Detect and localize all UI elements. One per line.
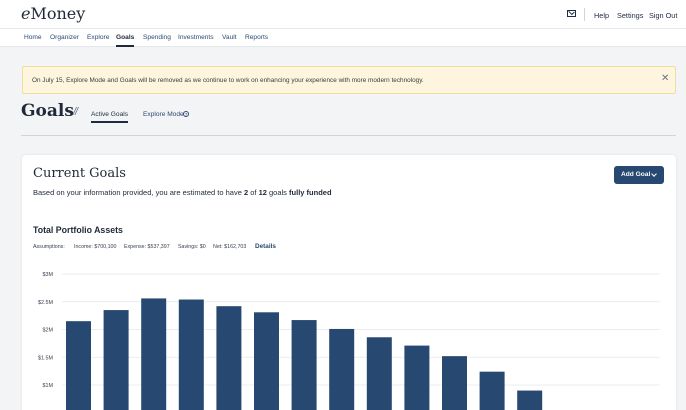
chart-bar[interactable]	[291, 320, 317, 410]
y-tick-label: $1M	[43, 383, 54, 389]
y-tick-label: $2M	[43, 328, 54, 334]
chart-bar[interactable]	[141, 298, 167, 410]
y-tick-label: $1.5M	[38, 355, 53, 361]
chart-bar[interactable]	[254, 312, 279, 410]
chart-bar[interactable]	[366, 337, 392, 410]
chart-bar[interactable]	[517, 390, 543, 410]
y-tick-label: $2.5M	[38, 300, 53, 306]
y-tick-label: $3M	[43, 272, 54, 278]
chart-bar[interactable]	[442, 356, 467, 410]
chart-bar[interactable]	[66, 321, 91, 410]
chart-bar[interactable]	[479, 371, 505, 410]
chart-bar[interactable]	[178, 299, 204, 410]
chart-bar[interactable]	[404, 345, 430, 410]
portfolio-chart: $3M $2.5M $2M $1.5M $1M	[38, 272, 660, 410]
chart-bar[interactable]	[103, 310, 129, 410]
chart-bar[interactable]	[216, 306, 242, 410]
chart-bar[interactable]	[329, 328, 355, 410]
